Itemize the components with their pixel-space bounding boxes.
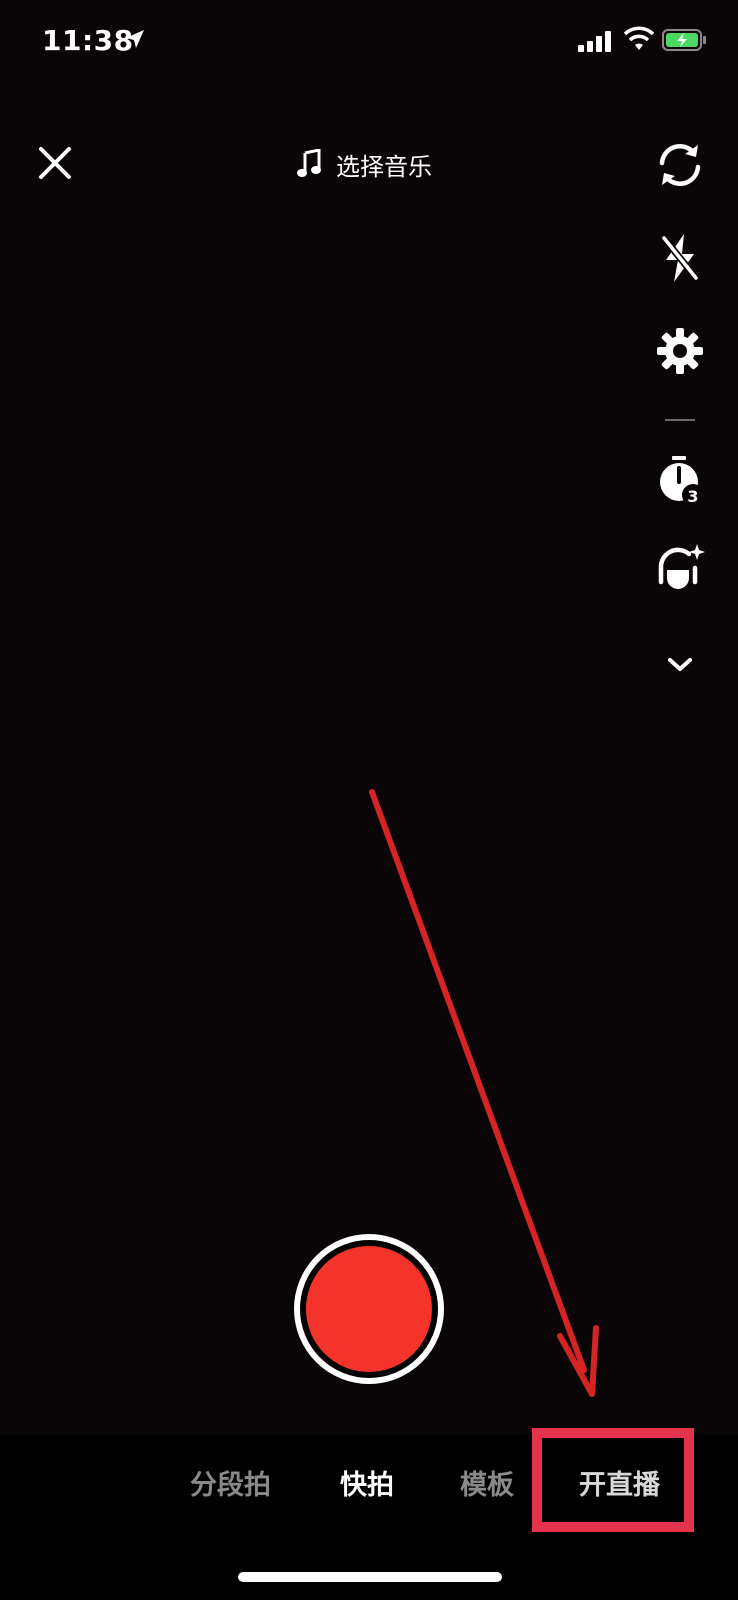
- battery-charging-icon: [662, 29, 706, 51]
- flip-camera-button[interactable]: [652, 137, 708, 193]
- mode-tab-template[interactable]: 模板: [460, 1463, 514, 1502]
- select-music-button[interactable]: 选择音乐: [296, 146, 432, 182]
- record-button-fill: [306, 1246, 432, 1372]
- settings-button[interactable]: [652, 323, 708, 379]
- timer-icon: 3: [660, 456, 704, 506]
- status-time: 11:38: [42, 24, 134, 57]
- more-tools-button[interactable]: [652, 645, 708, 685]
- chevron-down-icon: [668, 658, 692, 671]
- close-icon: [39, 147, 71, 179]
- camera-viewfinder[interactable]: [0, 0, 738, 1435]
- mode-tab-quick[interactable]: 快拍: [340, 1463, 394, 1502]
- cellular-signal-icon: [578, 31, 611, 52]
- flash-off-icon: [661, 234, 699, 282]
- timer-button[interactable]: 3: [652, 452, 708, 508]
- toolbar-divider: [665, 419, 695, 421]
- close-button[interactable]: [34, 142, 76, 184]
- beauty-filter-icon: [658, 544, 705, 589]
- flash-toggle-button[interactable]: [652, 230, 708, 286]
- go-live-highlight-box: [532, 1428, 694, 1532]
- flip-camera-icon: [659, 144, 701, 186]
- wifi-icon: [624, 26, 654, 50]
- beauty-filter-button[interactable]: [652, 540, 708, 596]
- music-note-icon: [297, 149, 321, 177]
- record-button[interactable]: [294, 1234, 444, 1384]
- settings-gear-icon: [657, 328, 703, 374]
- status-bar: 11:38: [0, 0, 738, 80]
- timer-badge: 3: [687, 487, 698, 506]
- home-indicator[interactable]: [238, 1572, 502, 1582]
- select-music-label: 选择音乐: [336, 152, 432, 181]
- mode-tab-segment[interactable]: 分段拍: [190, 1463, 271, 1502]
- location-arrow-icon: [126, 30, 144, 48]
